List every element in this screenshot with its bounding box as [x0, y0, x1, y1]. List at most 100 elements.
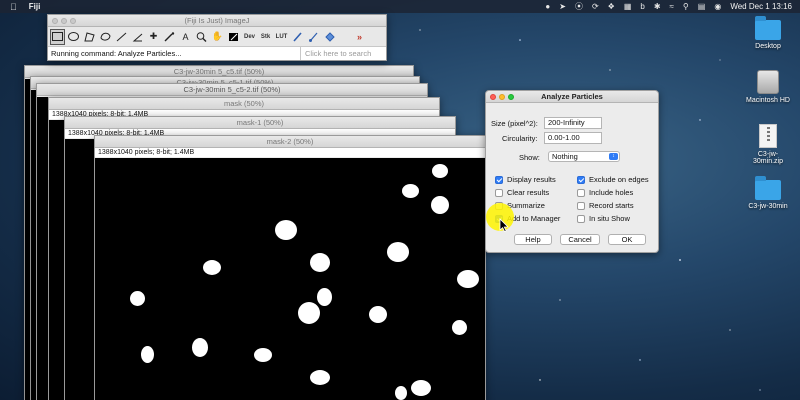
zoom-icon[interactable] [70, 18, 76, 24]
oval-tool-icon[interactable] [66, 29, 81, 45]
checkbox-box [577, 201, 585, 210]
dialog-titlebar[interactable]: Analyze Particles [486, 91, 658, 103]
window-title[interactable]: mask-1 (50%) [65, 117, 455, 129]
siri-icon[interactable]: ◉ [714, 2, 721, 11]
bluetooth-icon[interactable]: ✱ [654, 2, 661, 11]
rectangle-tool-icon[interactable] [50, 28, 65, 45]
desktop-icon-label: C3-jw-30min [748, 203, 788, 210]
more-tools-icon[interactable]: » [352, 29, 367, 45]
polygon-tool-icon[interactable] [82, 29, 97, 45]
dropbox-icon[interactable]: ❖ [608, 2, 615, 11]
wand-tool-icon[interactable] [162, 29, 177, 45]
checkbox-label: Add to Manager [507, 214, 561, 223]
location-icon[interactable]: ⦿ [575, 1, 583, 12]
pointer-icon[interactable]: ➤ [559, 2, 566, 11]
size-field[interactable]: 200-Infinity [544, 117, 602, 129]
show-select[interactable]: Nothing ↕ [548, 151, 620, 162]
point-tool-icon[interactable]: ✚ [146, 29, 161, 45]
image-window-mask-2[interactable]: mask-2 (50%) 1388x1040 pixels; 8-bit; 1.… [94, 135, 486, 400]
close-icon[interactable] [490, 94, 496, 100]
desktop-icon-desktop[interactable]: Desktop [728, 16, 800, 50]
checkbox-box [495, 175, 503, 184]
magnifier-tool-icon[interactable] [194, 29, 209, 45]
record-icon[interactable]: ● [545, 2, 550, 11]
checkbox-record-starts[interactable]: Record starts [577, 201, 634, 210]
ok-button[interactable]: OK [608, 234, 646, 245]
desktop-icon-macintosh-hd[interactable]: Macintosh HD [728, 70, 800, 104]
text-tool-icon[interactable]: A [178, 29, 193, 45]
chevron-updown-icon: ↕ [609, 153, 618, 160]
extension-icon[interactable]: ▦ [624, 2, 632, 11]
checkbox-in-situ-show[interactable]: In situ Show [577, 214, 630, 223]
desktop-icon-folder[interactable]: C3-jw-30min [728, 176, 800, 210]
cancel-button[interactable]: Cancel [560, 234, 600, 245]
freehand-tool-icon[interactable] [98, 29, 113, 45]
search-field[interactable]: Click here to search [300, 47, 386, 60]
checkbox-display-results[interactable]: Display results [495, 175, 556, 184]
checkbox-box [577, 175, 585, 184]
checkbox-exclude-on-edges[interactable]: Exclude on edges [577, 175, 649, 184]
folder-icon [755, 176, 781, 200]
b-app-icon[interactable]: b [640, 2, 644, 11]
checkbox-label: Summarize [507, 201, 545, 210]
angle-tool-icon[interactable] [130, 29, 145, 45]
close-icon[interactable] [52, 18, 58, 24]
zip-file-icon [759, 124, 777, 148]
dev-label: Dev [243, 33, 255, 40]
window-title[interactable]: mask (50%) [49, 98, 439, 110]
lut-menu-button[interactable]: LUT [274, 29, 289, 45]
particle [254, 348, 272, 362]
desktop-icon-label: Desktop [755, 43, 781, 50]
desktop-icon-zip[interactable]: C3-jw-30min.zip [728, 124, 800, 165]
apple-menu-icon[interactable]:  [10, 2, 17, 12]
refresh-icon[interactable]: ⟳ [592, 2, 599, 11]
checkbox-include-holes[interactable]: Include holes [577, 188, 633, 197]
fiji-title[interactable]: (Fiji Is Just) ImageJ [48, 15, 386, 27]
image-info: 1388x1040 pixels; 8-bit; 1.4MB [95, 148, 485, 157]
minimize-icon[interactable] [61, 18, 67, 24]
mouse-pointer-icon [499, 218, 509, 232]
fiji-main-window[interactable]: (Fiji Is Just) ImageJ ✚ A ✋ Dev Stk LUT … [47, 14, 387, 61]
minimize-icon[interactable] [499, 94, 505, 100]
help-button[interactable]: Help [514, 234, 552, 245]
window-title[interactable]: mask-2 (50%) [95, 136, 485, 148]
brush-icon[interactable] [306, 29, 321, 45]
circularity-field[interactable]: 0.00-1.00 [544, 132, 602, 144]
checkbox-box [495, 188, 503, 197]
pencil-icon[interactable] [290, 29, 305, 45]
line-tool-icon[interactable] [114, 29, 129, 45]
window-title[interactable]: C3-jw-30min 5_c5-2.tif (50%) [37, 84, 427, 96]
image-canvas[interactable] [95, 158, 485, 400]
particle [141, 346, 154, 363]
size-label: Size (pixel^2): [491, 119, 538, 128]
lut-label: LUT [275, 33, 288, 40]
window-controls [52, 18, 76, 24]
checkbox-box [577, 214, 585, 223]
checkbox-label: In situ Show [589, 214, 630, 223]
dev-menu-button[interactable]: Dev [242, 29, 257, 45]
particle [395, 386, 407, 400]
menu-bar:  Fiji ● ➤ ⦿ ⟳ ❖ ▦ b ✱ ≈ ⚲ ▤ ◉ Wed Dec 1… [0, 0, 800, 13]
app-name-menu[interactable]: Fiji [29, 2, 41, 11]
hard-disk-icon [757, 70, 779, 94]
checkbox-label: Include holes [589, 188, 634, 197]
flood-fill-icon[interactable] [322, 29, 337, 45]
wifi-icon[interactable]: ≈ [670, 2, 674, 11]
stk-menu-button[interactable]: Stk [258, 29, 273, 45]
clock[interactable]: Wed Dec 1 13:16 [730, 2, 792, 11]
circularity-label: Circularity: [502, 134, 538, 143]
search-icon[interactable]: ⚲ [683, 2, 689, 11]
particle [130, 291, 145, 306]
status-text: Running command: Analyze Particles... [51, 49, 182, 58]
status-area: ● ➤ ⦿ ⟳ ❖ ▦ b ✱ ≈ ⚲ ▤ ◉ Wed Dec 1 13:16 [545, 0, 792, 13]
color-picker-icon[interactable] [226, 29, 241, 45]
folder-icon [755, 16, 781, 40]
status-bar: Running command: Analyze Particles... Cl… [48, 47, 386, 60]
hand-tool-icon[interactable]: ✋ [210, 29, 225, 45]
control-center-icon[interactable]: ▤ [698, 2, 706, 11]
checkbox-clear-results[interactable]: Clear results [495, 188, 549, 197]
particle [432, 164, 448, 178]
zoom-icon[interactable] [508, 94, 514, 100]
analyze-particles-dialog[interactable]: Analyze Particles Size (pixel^2): 200-In… [485, 90, 659, 253]
show-label: Show: [519, 153, 540, 162]
